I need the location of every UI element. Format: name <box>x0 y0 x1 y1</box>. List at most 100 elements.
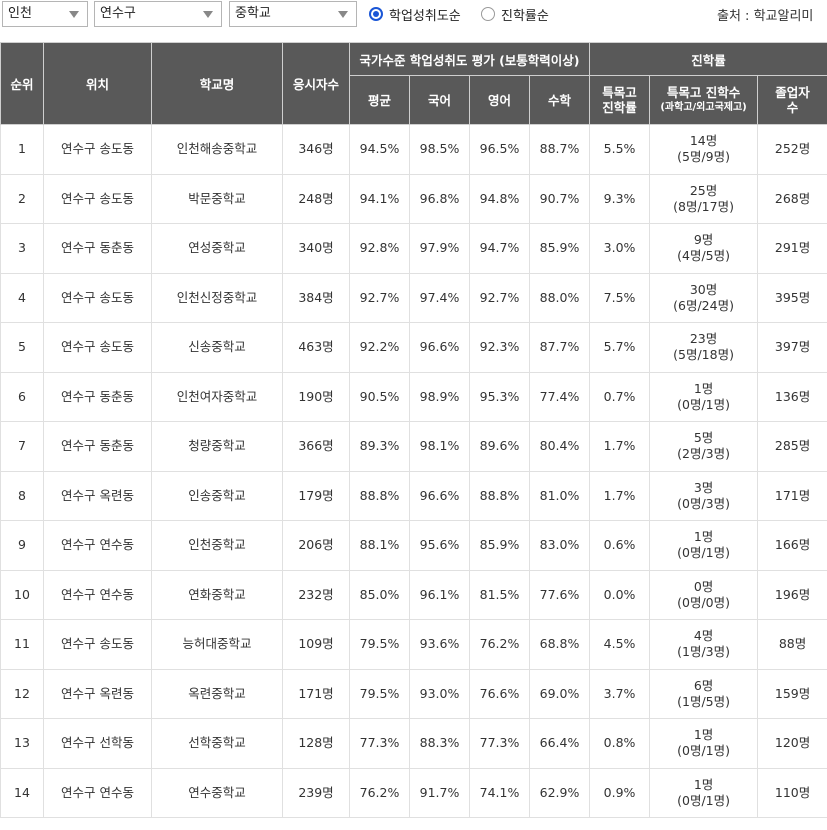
header-examinees: 응시자수 <box>282 42 350 125</box>
cell-korean: 88.3% <box>409 718 470 769</box>
cell-math: 90.7% <box>528 173 591 224</box>
special-count-detail: (8명/17명) <box>673 198 734 214</box>
cell-rank: 12 <box>0 668 44 719</box>
sort-by-achievement-radio[interactable]: 학업성취도순 <box>369 3 461 25</box>
cell-examinees: 248명 <box>282 173 350 224</box>
table-row: 12 연수구 옥련동 옥련중학교 171명 79.5% 93.0% 76.6% 69.0% 3.… <box>0 668 827 719</box>
cell-graduates: 291명 <box>757 223 827 274</box>
cell-english: 74.1% <box>469 767 530 818</box>
sort-by-advance-radio[interactable]: 진학률순 <box>481 3 549 25</box>
cell-special-rate: 0.0% <box>589 569 651 620</box>
cell-graduates: 285명 <box>757 421 827 472</box>
special-count-total: 0명 <box>693 578 714 594</box>
cell-school: 신송중학교 <box>151 322 283 373</box>
cell-school: 능허대중학교 <box>151 619 283 670</box>
chevron-down-icon <box>338 11 348 18</box>
chevron-down-icon <box>69 11 79 18</box>
cell-math: 88.7% <box>528 124 591 175</box>
school-level-select[interactable]: 중학교 <box>229 1 357 27</box>
cell-graduates: 171명 <box>757 470 827 521</box>
cell-examinees: 179명 <box>282 470 350 521</box>
header-graduates: 졸업자수 <box>757 75 827 125</box>
special-count-detail: (0명/1명) <box>677 792 730 808</box>
cell-graduates: 268명 <box>757 173 827 224</box>
cell-examinees: 109명 <box>282 619 350 670</box>
special-count-total: 6명 <box>693 677 714 693</box>
cell-location: 연수구 옥련동 <box>43 668 152 719</box>
chevron-down-icon <box>203 11 213 18</box>
header-math: 수학 <box>528 75 591 125</box>
cell-math: 80.4% <box>528 421 591 472</box>
cell-examinees: 239명 <box>282 767 350 818</box>
cell-school: 청량중학교 <box>151 421 283 472</box>
cell-special-count: 1명 (0명/1명) <box>649 371 759 422</box>
cell-average: 94.5% <box>349 124 410 175</box>
cell-korean: 91.7% <box>409 767 470 818</box>
cell-average: 92.8% <box>349 223 410 274</box>
sort-by-advance-label: 진학률순 <box>501 8 549 24</box>
cell-location: 연수구 송도동 <box>43 173 152 224</box>
cell-special-count: 14명 (5명/9명) <box>649 124 759 175</box>
table-row: 9 연수구 연수동 인천중학교 206명 88.1% 95.6% 85.9% 83.0% 0.6… <box>0 520 827 571</box>
cell-average: 76.2% <box>349 767 410 818</box>
cell-location: 연수구 송도동 <box>43 124 152 175</box>
cell-korean: 93.6% <box>409 619 470 670</box>
cell-korean: 97.9% <box>409 223 470 274</box>
cell-average: 94.1% <box>349 173 410 224</box>
cell-special-rate: 1.7% <box>589 470 651 521</box>
cell-examinees: 366명 <box>282 421 350 472</box>
special-count-detail: (5명/18명) <box>673 347 734 363</box>
cell-special-rate: 3.0% <box>589 223 651 274</box>
table-row: 10 연수구 연수동 연화중학교 232명 85.0% 96.1% 81.5% 77.6% 0.… <box>0 569 827 620</box>
region-select[interactable]: 인천 <box>2 1 88 27</box>
header-graduates-label: 졸업자수 <box>775 85 810 115</box>
district-select[interactable]: 연수구 <box>94 1 222 27</box>
cell-location: 연수구 연수동 <box>43 520 152 571</box>
table-row: 3 연수구 동춘동 연성중학교 340명 92.8% 97.9% 94.7% 85.9% 3.0… <box>0 223 827 274</box>
cell-english: 95.3% <box>469 371 530 422</box>
special-count-detail: (0명/0명) <box>677 594 730 610</box>
special-count-detail: (6명/24명) <box>673 297 734 313</box>
special-count-total: 1명 <box>693 727 714 743</box>
cell-rank: 14 <box>0 767 44 818</box>
cell-korean: 98.5% <box>409 124 470 175</box>
cell-school: 선학중학교 <box>151 718 283 769</box>
table-row: 7 연수구 동춘동 청량중학교 366명 89.3% 98.1% 89.6% 80.4% 1.7… <box>0 421 827 472</box>
cell-english: 94.8% <box>469 173 530 224</box>
special-count-total: 1명 <box>693 380 714 396</box>
cell-english: 92.3% <box>469 322 530 373</box>
cell-rank: 11 <box>0 619 44 670</box>
cell-korean: 98.1% <box>409 421 470 472</box>
cell-school: 인천중학교 <box>151 520 283 571</box>
cell-location: 연수구 송도동 <box>43 619 152 670</box>
cell-math: 85.9% <box>528 223 591 274</box>
cell-examinees: 346명 <box>282 124 350 175</box>
table-row: 11 연수구 송도동 능허대중학교 109명 79.5% 93.6% 76.2% 68.8% 4… <box>0 619 827 670</box>
cell-korean: 98.9% <box>409 371 470 422</box>
special-count-detail: (5명/9명) <box>677 149 730 165</box>
cell-graduates: 397명 <box>757 322 827 373</box>
cell-korean: 96.8% <box>409 173 470 224</box>
cell-location: 연수구 동춘동 <box>43 223 152 274</box>
special-count-total: 9명 <box>693 232 714 248</box>
cell-location: 연수구 연수동 <box>43 767 152 818</box>
cell-graduates: 110명 <box>757 767 827 818</box>
cell-korean: 97.4% <box>409 272 470 323</box>
table-row: 8 연수구 옥련동 인송중학교 179명 88.8% 96.6% 88.8% 81.0% 1.7… <box>0 470 827 521</box>
district-select-value: 연수구 <box>100 6 136 21</box>
table-row: 1 연수구 송도동 인천해송중학교 346명 94.5% 98.5% 96.5% 88.7% 5… <box>0 124 827 175</box>
special-count-total: 1명 <box>693 529 714 545</box>
cell-special-count: 9명 (4명/5명) <box>649 223 759 274</box>
cell-location: 연수구 동춘동 <box>43 371 152 422</box>
cell-rank: 7 <box>0 421 44 472</box>
cell-average: 79.5% <box>349 619 410 670</box>
cell-english: 92.7% <box>469 272 530 323</box>
cell-special-count: 1명 (0명/1명) <box>649 767 759 818</box>
cell-special-rate: 9.3% <box>589 173 651 224</box>
cell-graduates: 196명 <box>757 569 827 620</box>
cell-examinees: 232명 <box>282 569 350 620</box>
cell-english: 81.5% <box>469 569 530 620</box>
cell-graduates: 166명 <box>757 520 827 571</box>
cell-english: 77.3% <box>469 718 530 769</box>
table-row: 2 연수구 송도동 박문중학교 248명 94.1% 96.8% 94.8% 90.7% 9.3… <box>0 173 827 224</box>
